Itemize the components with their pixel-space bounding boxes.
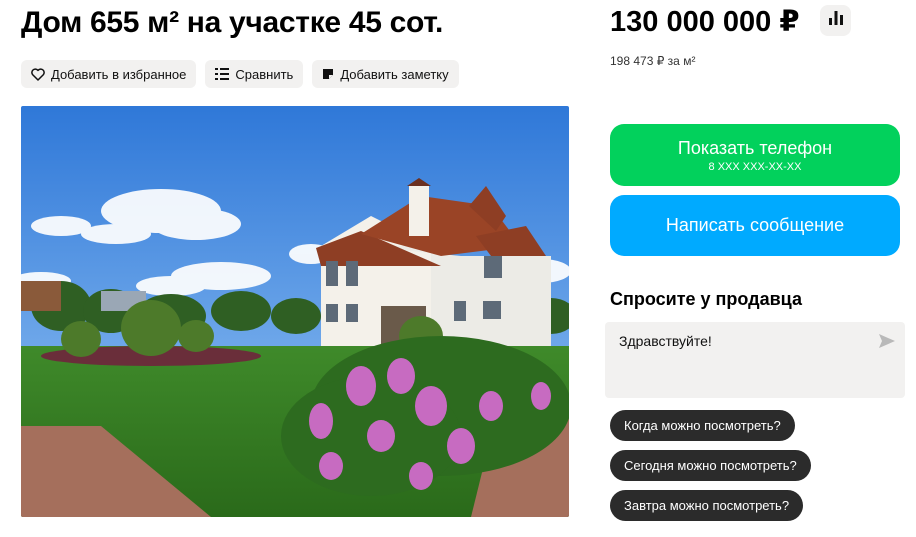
house-photo-image bbox=[21, 106, 569, 517]
write-message-label: Написать сообщение bbox=[665, 215, 845, 235]
quick-question-button[interactable]: Завтра можно посмотреть? bbox=[610, 490, 804, 521]
add-note-button[interactable]: Добавить заметку bbox=[312, 60, 459, 88]
send-icon[interactable] bbox=[879, 334, 895, 351]
show-phone-label: Показать телефон bbox=[677, 137, 833, 158]
listing-actions: Добавить в избранное Сравнить Добавить з… bbox=[21, 60, 459, 88]
price-history-button[interactable] bbox=[820, 5, 851, 36]
price-per-m2: 198 473 ₽ за м² bbox=[610, 54, 696, 68]
compare-icon bbox=[215, 68, 230, 80]
quick-question-button[interactable]: Сегодня можно посмотреть? bbox=[610, 450, 811, 481]
listing-price: 130 000 000 ₽ bbox=[610, 6, 800, 38]
heart-icon bbox=[31, 67, 45, 81]
add-favorite-button[interactable]: Добавить в избранное bbox=[21, 60, 197, 88]
listing-title: Дом 655 м² на участке 45 сот. bbox=[21, 6, 444, 39]
quick-question-button[interactable]: Когда можно посмотреть? bbox=[610, 410, 795, 441]
message-input[interactable]: Здравствуйте! bbox=[605, 322, 905, 398]
chart-icon bbox=[828, 11, 843, 30]
phone-masked: 8 XXX XXX-XX-XX bbox=[708, 160, 802, 173]
ask-seller-title: Спросите у продавца bbox=[610, 289, 802, 309]
compare-label: Сравнить bbox=[235, 66, 294, 82]
listing-photo[interactable] bbox=[21, 106, 569, 517]
note-icon bbox=[322, 68, 334, 80]
write-message-button[interactable]: Написать сообщение bbox=[610, 195, 900, 256]
message-input-value: Здравствуйте! bbox=[619, 333, 712, 349]
add-favorite-label: Добавить в избранное bbox=[51, 66, 187, 82]
compare-button[interactable]: Сравнить bbox=[205, 60, 304, 88]
show-phone-button[interactable]: Показать телефон 8 XXX XXX-XX-XX bbox=[610, 124, 900, 186]
add-note-label: Добавить заметку bbox=[340, 66, 449, 82]
